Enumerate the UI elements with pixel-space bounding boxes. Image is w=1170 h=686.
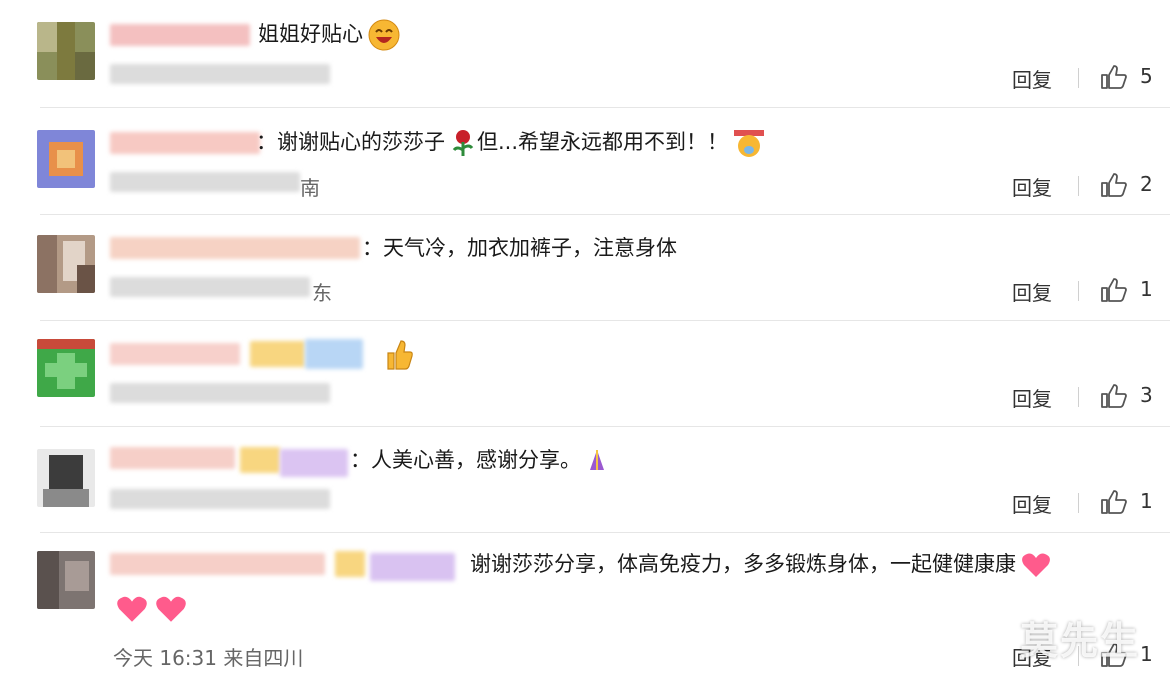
separator (1078, 176, 1079, 196)
separator (1078, 68, 1079, 88)
like-count: 1 (1140, 277, 1153, 301)
badge-blurred (335, 551, 365, 577)
thumb-up-icon[interactable] (1100, 172, 1128, 198)
like-count: 1 (1140, 642, 1153, 666)
comment-text: ：谢谢贴心的莎莎子 但...希望永远都用不到！！ (256, 126, 766, 160)
comment-item: 回复 3 (0, 321, 1170, 427)
comment-text: ：人美心善，感谢分享。 (350, 445, 609, 475)
location-text: 东 (312, 281, 332, 305)
username-blurred[interactable] (110, 343, 240, 365)
reply-button[interactable]: 回复 (1012, 277, 1052, 306)
comment-item: ：谢谢贴心的莎莎子 但...希望永远都用不到！！ 南 回复 2 (0, 108, 1170, 215)
thumb-up-icon[interactable] (1100, 383, 1128, 409)
username-blurred[interactable] (110, 132, 260, 154)
comment-item: ：人美心善，感谢分享。 回复 1 (0, 427, 1170, 533)
like-count: 5 (1140, 64, 1153, 88)
heart-emoji (156, 596, 186, 622)
badge-blurred (250, 341, 305, 367)
badge-blurred (280, 449, 348, 477)
rose-emoji (452, 130, 474, 156)
comment-text: 姐姐好贴心 (258, 18, 401, 52)
badge-blurred (305, 339, 363, 369)
meta-blurred (110, 383, 330, 403)
thumb-up-icon[interactable] (1100, 64, 1128, 90)
username-blurred[interactable] (110, 24, 250, 46)
reply-button[interactable]: 回复 (1012, 172, 1052, 201)
avatar[interactable] (37, 449, 95, 507)
avatar[interactable] (37, 130, 95, 188)
thumbs-up-emoji (387, 340, 413, 370)
avatar[interactable] (37, 551, 95, 609)
reply-button[interactable]: 回复 (1012, 383, 1052, 412)
comment-item: ：天气冷，加衣加裤子，注意身体 东 回复 1 (0, 215, 1170, 321)
meta-blurred (110, 489, 330, 509)
pray-emoji (590, 450, 604, 470)
heart-emoji (1022, 553, 1050, 577)
heart-emoji-row (115, 593, 188, 629)
laughing-emoji (368, 19, 400, 51)
timestamp-location: 今天 16:31 来自四川 (113, 646, 304, 670)
comment-text (380, 337, 414, 371)
meta-blurred (110, 172, 300, 192)
comment-item: 姐姐好贴心 回复 5 (0, 0, 1170, 108)
avatar[interactable] (37, 22, 95, 80)
comment-text: 谢谢莎莎分享，体高免疫力，多多锻炼身体，一起健健康康 (470, 549, 1052, 579)
reply-button[interactable]: 回复 (1012, 64, 1052, 93)
comment-text: ：天气冷，加衣加裤子，注意身体 (362, 236, 677, 260)
meta-blurred (110, 64, 330, 84)
like-count: 1 (1140, 489, 1153, 513)
username-blurred[interactable] (110, 237, 360, 259)
badge-blurred (370, 553, 455, 581)
badge-blurred (240, 447, 280, 473)
reply-button[interactable]: 回复 (1012, 489, 1052, 518)
thumb-up-icon[interactable] (1100, 277, 1128, 303)
separator (1078, 281, 1079, 301)
separator (1078, 493, 1079, 513)
separator (1078, 387, 1079, 407)
meta-blurred (110, 277, 310, 297)
like-count: 3 (1140, 383, 1153, 407)
username-blurred[interactable] (110, 553, 325, 575)
watermark: 莫先生 (1019, 619, 1140, 663)
location-text: 南 (300, 176, 320, 200)
avatar[interactable] (37, 339, 95, 397)
username-blurred[interactable] (110, 447, 235, 469)
like-count: 2 (1140, 172, 1153, 196)
comment-item: 谢谢莎莎分享，体高免疫力，多多锻炼身体，一起健健康康 今天 16:31 来自四川… (0, 533, 1170, 686)
cheer-emoji (734, 130, 765, 157)
heart-emoji (117, 596, 147, 622)
thumb-up-icon[interactable] (1100, 489, 1128, 515)
avatar[interactable] (37, 235, 95, 293)
